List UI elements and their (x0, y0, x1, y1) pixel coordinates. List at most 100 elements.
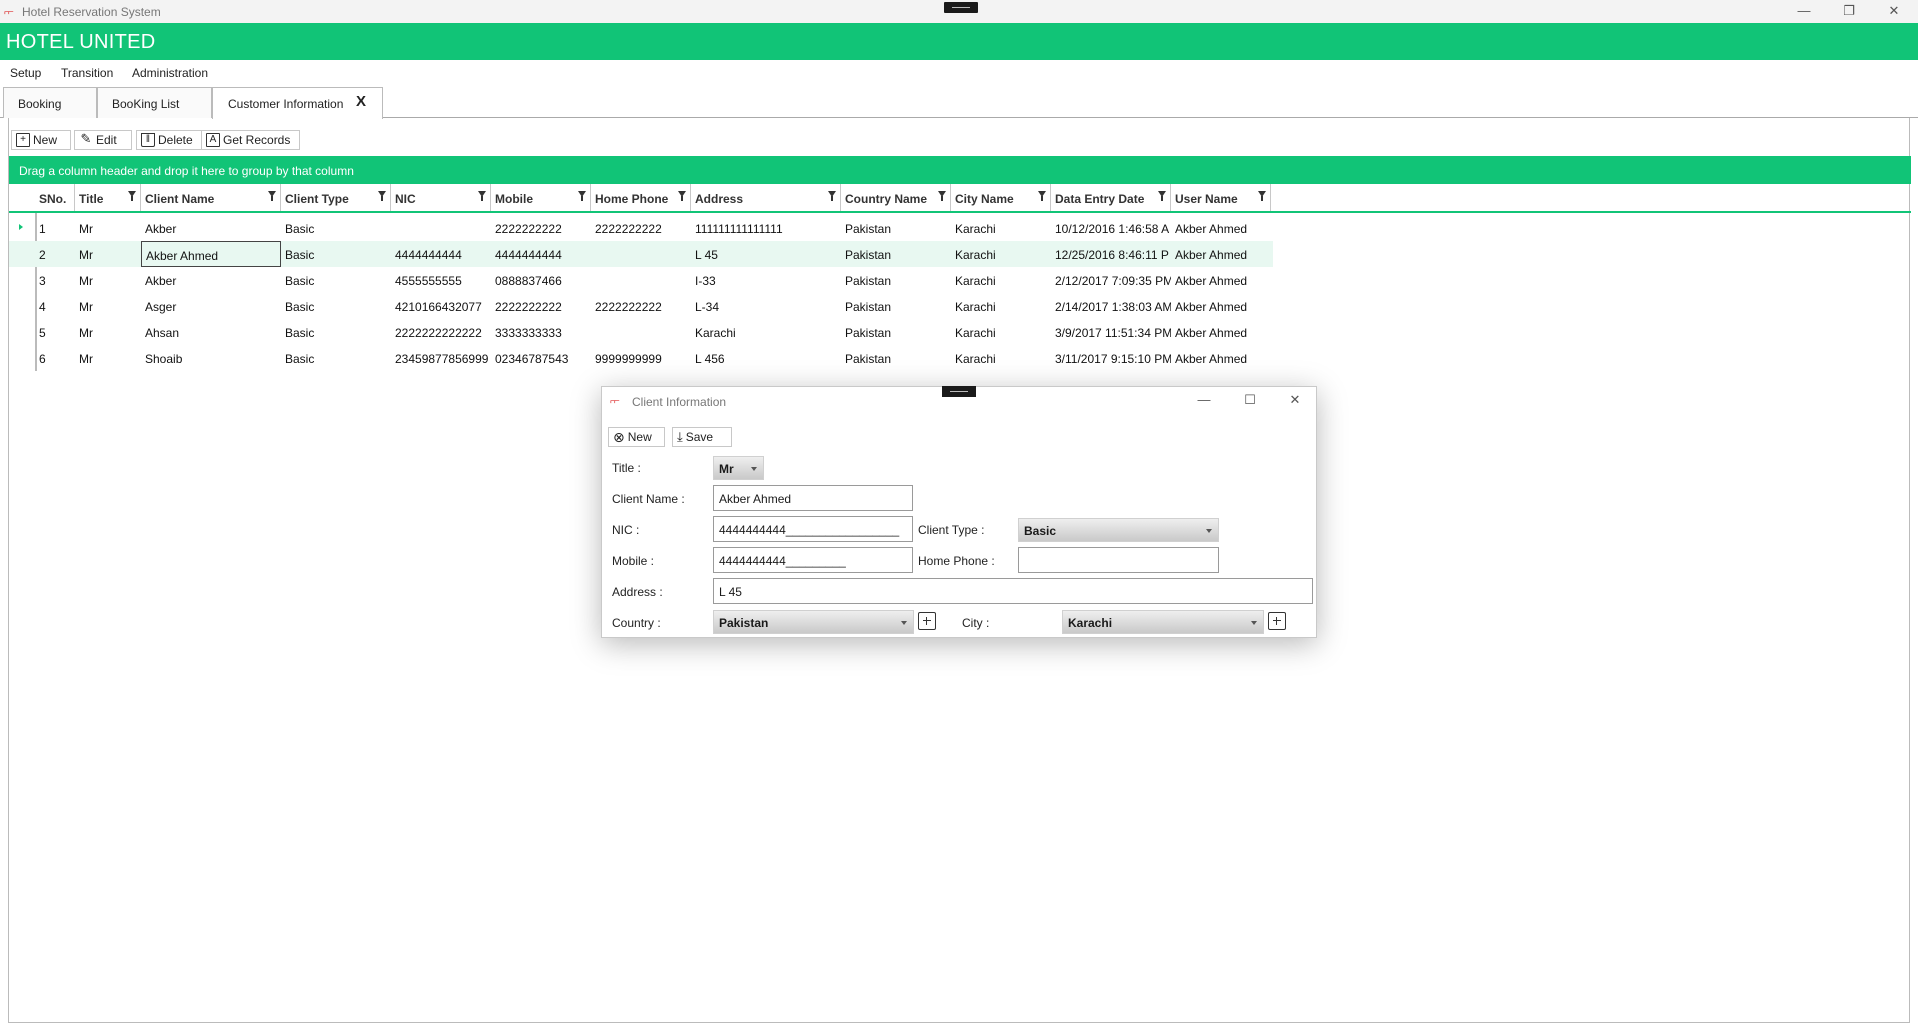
delete-button[interactable]: ‖ Delete (136, 130, 206, 150)
cell-client-name[interactable]: Akber (141, 215, 281, 241)
menu-transition[interactable]: Transition (61, 66, 113, 80)
close-button[interactable]: ✕ (1874, 2, 1914, 20)
city-select[interactable]: Karachi (1062, 610, 1264, 634)
column-header-nic[interactable]: NIC (391, 184, 491, 211)
home-phone-input[interactable] (1018, 547, 1219, 573)
filter-icon[interactable] (478, 191, 486, 201)
cell-user-name[interactable]: Akber Ahmed (1171, 293, 1271, 319)
cell-data-entry-date[interactable]: 12/25/2016 8:46:11 P (1051, 241, 1171, 267)
cell-city-name[interactable]: Karachi (951, 267, 1051, 293)
table-row[interactable]: 1 Mr Akber Basic 2222222222 2222222222 1111111… (9, 215, 1273, 241)
cell-city-name[interactable]: Karachi (951, 319, 1051, 345)
table-row[interactable]: 4 Mr Asger Basic 4210166432077 2222222222 2222… (9, 293, 1273, 319)
cell-title[interactable]: Mr (75, 241, 141, 267)
table-row[interactable]: 6 Mr Shoaib Basic 23459877856999 02346787543 9… (9, 345, 1273, 371)
filter-icon[interactable] (128, 191, 136, 201)
cell-home-phone[interactable]: 2222222222 (591, 293, 691, 319)
cell-data-entry-date[interactable]: 3/11/2017 9:15:10 PM (1051, 345, 1171, 371)
cell-country-name[interactable]: Pakistan (841, 267, 951, 293)
filter-icon[interactable] (578, 191, 586, 201)
cell-user-name[interactable]: Akber Ahmed (1171, 241, 1271, 267)
cell-city-name[interactable]: Karachi (951, 345, 1051, 371)
cell-address[interactable]: I-33 (691, 267, 841, 293)
cell-nic[interactable] (391, 215, 491, 241)
filter-icon[interactable] (268, 191, 276, 201)
table-row[interactable]: 5 Mr Ahsan Basic 2222222222222 3333333333 Kara… (9, 319, 1273, 345)
tab-close-icon[interactable]: X (356, 93, 366, 110)
cell-client-type[interactable]: Basic (281, 345, 391, 371)
cell-nic[interactable]: 4444444444 (391, 241, 491, 267)
cell-sno[interactable]: 1 (35, 215, 75, 241)
cell-address[interactable]: L 456 (691, 345, 841, 371)
column-header-data-entry-date[interactable]: Data Entry Date (1051, 184, 1171, 211)
cell-home-phone[interactable] (591, 241, 691, 267)
cell-title[interactable]: Mr (75, 319, 141, 345)
title-select[interactable]: Mr (713, 456, 764, 480)
cell-address[interactable]: L-34 (691, 293, 841, 319)
column-header-title[interactable]: Title (75, 184, 141, 211)
drag-grip-icon[interactable] (942, 386, 976, 397)
column-header-client-name[interactable]: Client Name (141, 184, 281, 211)
cell-client-name[interactable]: Shoaib (141, 345, 281, 371)
tab-booking[interactable]: Booking (3, 87, 97, 118)
cell-home-phone[interactable] (591, 267, 691, 293)
cell-client-name[interactable]: Asger (141, 293, 281, 319)
column-header-user-name[interactable]: User Name (1171, 184, 1271, 211)
cell-home-phone[interactable]: 2222222222 (591, 215, 691, 241)
cell-home-phone[interactable]: 9999999999 (591, 345, 691, 371)
cell-sno[interactable]: 4 (35, 293, 75, 319)
cell-client-name[interactable]: Akber (141, 267, 281, 293)
cell-city-name[interactable]: Karachi (951, 215, 1051, 241)
cell-mobile[interactable]: 02346787543 (491, 345, 591, 371)
cell-user-name[interactable]: Akber Ahmed (1171, 267, 1271, 293)
cell-client-type[interactable]: Basic (281, 215, 391, 241)
restore-button[interactable]: ❐ (1829, 2, 1869, 20)
cell-country-name[interactable]: Pakistan (841, 215, 951, 241)
dialog-save-button[interactable]: ⤓ Save (672, 427, 732, 447)
column-header-address[interactable]: Address (691, 184, 841, 211)
cell-client-type[interactable]: Basic (281, 241, 391, 267)
cell-user-name[interactable]: Akber Ahmed (1171, 319, 1271, 345)
cell-sno[interactable]: 6 (35, 345, 75, 371)
tab-booking-list[interactable]: BooKing List (97, 87, 212, 118)
cell-country-name[interactable]: Pakistan (841, 345, 951, 371)
cell-user-name[interactable]: Akber Ahmed (1171, 215, 1271, 241)
cell-country-name[interactable]: Pakistan (841, 293, 951, 319)
group-by-panel[interactable]: Drag a column header and drop it here to… (9, 156, 1911, 184)
mobile-input[interactable]: 4444444444_________ (713, 547, 913, 573)
filter-icon[interactable] (1158, 191, 1166, 201)
edit-button[interactable]: ✎ Edit (74, 130, 132, 150)
cell-nic[interactable]: 4555555555 (391, 267, 491, 293)
cell-sno[interactable]: 2 (35, 241, 75, 267)
cell-sno[interactable]: 5 (35, 319, 75, 345)
column-header-mobile[interactable]: Mobile (491, 184, 591, 211)
country-select[interactable]: Pakistan (713, 610, 914, 634)
cell-title[interactable]: Mr (75, 215, 141, 241)
cell-mobile[interactable]: 3333333333 (491, 319, 591, 345)
client-name-input[interactable]: Akber Ahmed (713, 485, 913, 511)
cell-data-entry-date[interactable]: 2/14/2017 1:38:03 AM (1051, 293, 1171, 319)
add-country-button[interactable] (918, 612, 936, 630)
address-input[interactable]: L 45 (713, 578, 1313, 604)
cell-data-entry-date[interactable]: 3/9/2017 11:51:34 PM (1051, 319, 1171, 345)
column-header-client-type[interactable]: Client Type (281, 184, 391, 211)
cell-title[interactable]: Mr (75, 345, 141, 371)
cell-country-name[interactable]: Pakistan (841, 319, 951, 345)
menu-administration[interactable]: Administration (132, 66, 208, 80)
cell-city-name[interactable]: Karachi (951, 293, 1051, 319)
cell-nic[interactable]: 2222222222222 (391, 319, 491, 345)
cell-client-type[interactable]: Basic (281, 319, 391, 345)
cell-mobile[interactable]: 2222222222 (491, 215, 591, 241)
table-row[interactable]: 3 Mr Akber Basic 4555555555 0888837466 I-33 Pak… (9, 267, 1273, 293)
menu-setup[interactable]: Setup (10, 66, 41, 80)
column-header-home-phone[interactable]: Home Phone (591, 184, 691, 211)
dialog-new-button[interactable]: ⊗ New (608, 427, 665, 447)
cell-city-name[interactable]: Karachi (951, 241, 1051, 267)
cell-data-entry-date[interactable]: 10/12/2016 1:46:58 A (1051, 215, 1171, 241)
cell-client-name[interactable]: Ahsan (141, 319, 281, 345)
dialog-close-button[interactable]: ✕ (1277, 391, 1313, 409)
column-header-sno[interactable]: SNo. (35, 184, 75, 211)
cell-title[interactable]: Mr (75, 293, 141, 319)
cell-client-name[interactable]: Akber Ahmed (141, 241, 281, 267)
cell-nic[interactable]: 4210166432077 (391, 293, 491, 319)
